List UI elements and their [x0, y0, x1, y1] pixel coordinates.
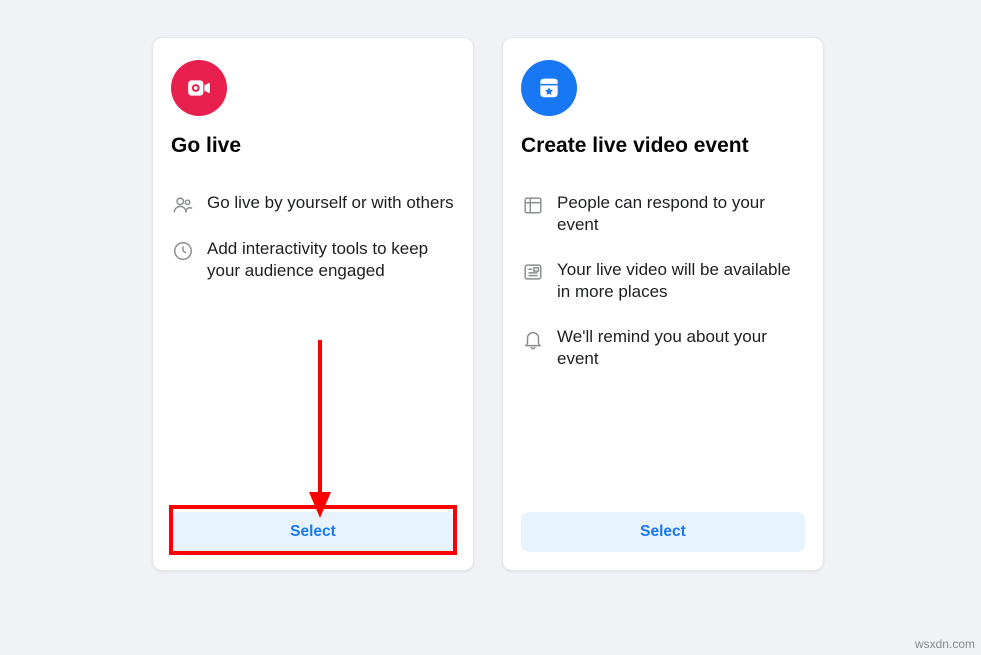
create-event-card: Create live video event People can respo… [502, 37, 824, 571]
card-title: Go live [171, 134, 455, 158]
feature-text: People can respond to your event [557, 192, 805, 237]
bell-icon [521, 326, 545, 350]
feature-text: Your live video will be available in mor… [557, 259, 805, 304]
feature-text: Add interactivity tools to keep your aud… [207, 238, 455, 283]
feature-text: We'll remind you about your event [557, 326, 805, 371]
card-container: Go live Go live by yourself or with othe… [0, 0, 981, 571]
feature-item: People can respond to your event [521, 192, 805, 237]
video-camera-icon [171, 60, 227, 116]
card-title: Create live video event [521, 134, 805, 158]
go-live-card: Go live Go live by yourself or with othe… [152, 37, 474, 571]
calendar-icon [521, 192, 545, 216]
feature-item: We'll remind you about your event [521, 326, 805, 371]
people-icon [171, 192, 195, 216]
feature-item: Go live by yourself or with others [171, 192, 455, 216]
news-icon [521, 259, 545, 283]
feature-text: Go live by yourself or with others [207, 192, 454, 214]
feature-item: Your live video will be available in mor… [521, 259, 805, 304]
feature-list: People can respond to your event Your li… [521, 192, 805, 371]
feature-item: Add interactivity tools to keep your aud… [171, 238, 455, 283]
select-button[interactable]: Select [521, 512, 805, 552]
watermark: wsxdn.com [915, 637, 975, 651]
select-button[interactable]: Select [171, 512, 455, 552]
calendar-star-icon [521, 60, 577, 116]
clock-icon [171, 238, 195, 262]
feature-list: Go live by yourself or with others Add i… [171, 192, 455, 283]
